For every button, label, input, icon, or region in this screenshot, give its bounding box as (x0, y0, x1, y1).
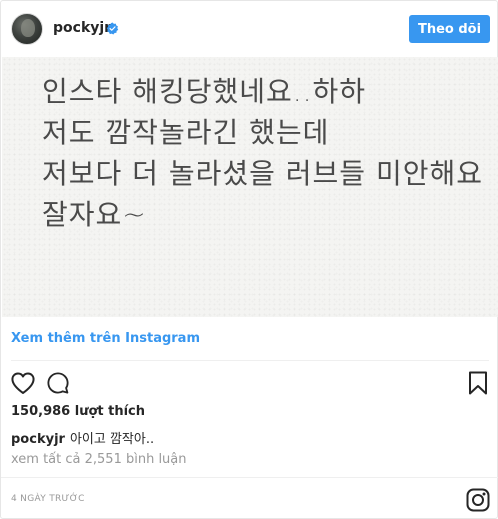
verified-badge-icon (106, 22, 119, 35)
likes-count[interactable]: 150,986 lượt thích (11, 404, 145, 419)
instagram-embed-card: pockyjr Theo dõi 인스타 해킹당했네요..하하 저도 깜작놀라긴… (0, 0, 498, 519)
bookmark-icon[interactable] (468, 371, 488, 395)
view-all-comments-link[interactable]: xem tất cả 2,551 bình luận (11, 452, 187, 467)
post-image[interactable]: 인스타 해킹당했네요..하하 저도 깜작놀라긴 했는데 저보다 더 놀라셨을 러… (2, 57, 498, 317)
image-text-line: 잘자요~ (42, 198, 147, 231)
divider (11, 360, 489, 361)
header-username[interactable]: pockyjr (53, 20, 111, 36)
comment-icon[interactable] (47, 372, 69, 394)
avatar[interactable] (11, 13, 43, 45)
image-text-line: 저도 깜작놀라긴 했는데 (42, 116, 330, 149)
heart-icon[interactable] (11, 372, 35, 394)
caption-text: 아이고 깜작아.. (69, 432, 155, 447)
post-header: pockyjr Theo dõi (1, 1, 498, 57)
caption-username[interactable]: pockyjr (11, 432, 65, 447)
post-timestamp[interactable]: 4 NGÀY TRƯỚC (11, 494, 85, 504)
footer-divider (1, 477, 498, 478)
post-caption: pockyjr 아이고 깜작아.. (11, 428, 154, 447)
post-image-text: 인스타 해킹당했네요..하하 저도 깜작놀라긴 했는데 저보다 더 놀라셨을 러… (42, 71, 482, 235)
instagram-icon[interactable] (466, 488, 490, 512)
image-text-line: 저보다 더 놀라셨을 러브들 미안해요 (42, 157, 484, 190)
see-more-on-instagram-link[interactable]: Xem thêm trên Instagram (11, 331, 200, 346)
image-text-line: 인스타 해킹당했네요..하하 (42, 75, 367, 108)
follow-button[interactable]: Theo dõi (409, 15, 490, 43)
